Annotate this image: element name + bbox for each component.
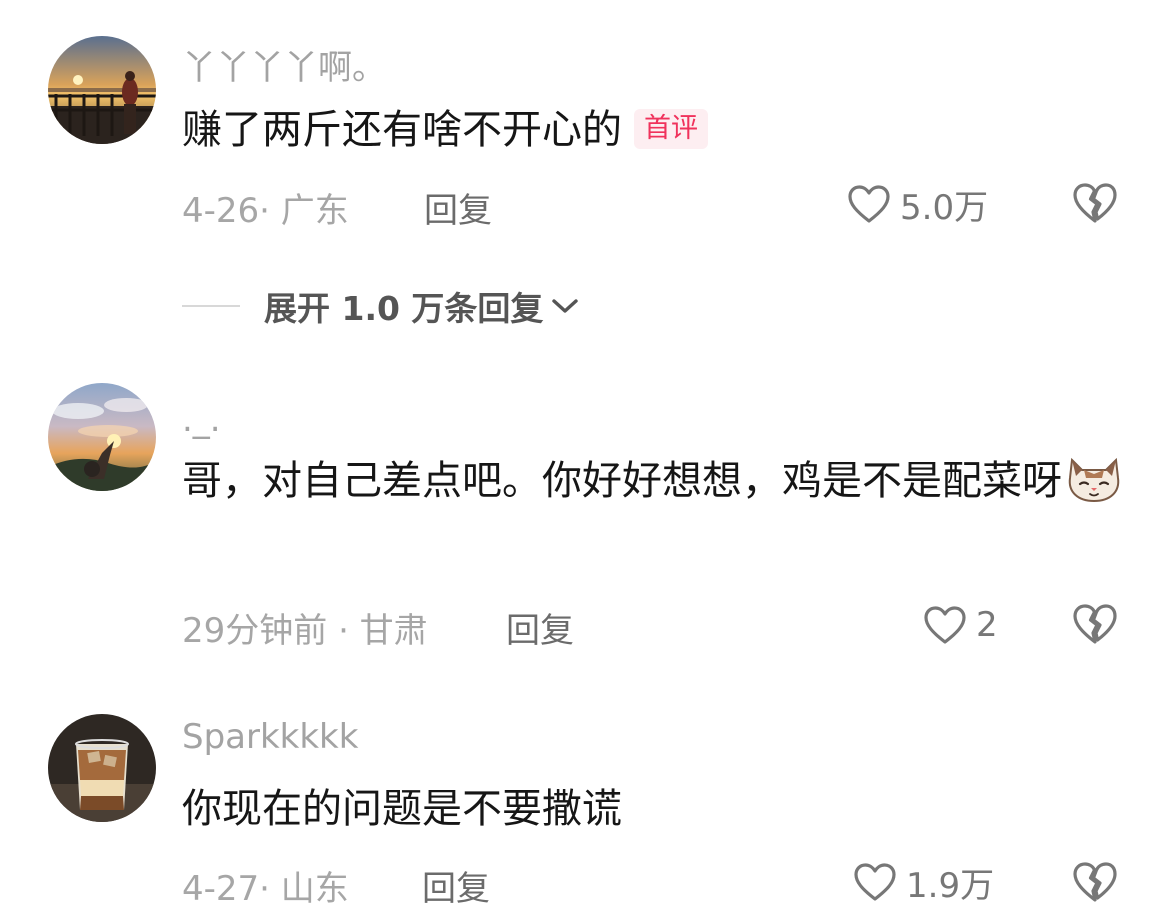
comment-text-body: 你现在的问题是不要撒谎 [182, 786, 622, 832]
username[interactable]: Sparkkkkk [182, 717, 358, 757]
username[interactable]: ._. [182, 400, 221, 440]
dislike-button[interactable] [1072, 181, 1118, 225]
reply-button[interactable]: 回复 [506, 603, 574, 652]
comment-text: 你现在的问题是不要撒谎 [182, 774, 1122, 844]
reply-button[interactable]: 回复 [424, 183, 492, 232]
like-count: 5.0万 [900, 187, 989, 228]
comment-text-body: 哥，对自己差点吧。你好好想想，鸡是不是配菜呀 [182, 458, 1062, 504]
cat-face-emoji [1066, 454, 1122, 504]
first-comment-badge: 首评 [634, 109, 708, 149]
comment-date-location: 4-26· 广东 [182, 191, 349, 231]
avatar[interactable] [48, 383, 156, 491]
dislike-button[interactable] [1072, 860, 1118, 904]
heart-outline-icon [848, 185, 890, 223]
comment-item: 丫丫丫丫啊。 赚了两斤还有啥不开心的 首评 4-26· 广东 回复 5.0万 [0, 0, 1170, 260]
comment-item: Sparkkkkk 你现在的问题是不要撒谎 4-27· 山东 回复 1.9万 [0, 700, 1170, 911]
username[interactable]: 丫丫丫丫啊。 [182, 40, 386, 89]
broken-heart-icon [1073, 183, 1117, 223]
comment-item: ._. 哥，对自己差点吧。你好好想想，鸡是不是配菜呀 29分钟前 · 甘肃 回复… [0, 360, 1170, 680]
heart-outline-icon [854, 863, 896, 901]
like-button[interactable]: 2 [922, 600, 998, 650]
avatar[interactable] [48, 36, 156, 144]
avatar[interactable] [48, 714, 156, 822]
reply-button[interactable]: 回复 [422, 861, 490, 910]
broken-heart-icon [1073, 604, 1117, 644]
expand-replies-label: 展开 1.0 万条回复 [264, 289, 544, 328]
like-count: 1.9万 [906, 865, 995, 906]
like-count: 2 [976, 605, 998, 645]
comment-text: 赚了两斤还有啥不开心的 首评 [182, 95, 1122, 165]
expand-replies-button[interactable]: 展开 1.0 万条回复 [182, 282, 581, 330]
chevron-down-icon [552, 299, 579, 313]
comment-text-body: 赚了两斤还有啥不开心的 [182, 107, 622, 153]
like-button[interactable]: 1.9万 [852, 857, 994, 907]
like-button[interactable]: 5.0万 [846, 179, 988, 229]
expand-divider-line [182, 305, 240, 307]
dislike-button[interactable] [1072, 602, 1118, 646]
comment-date-location: 4-27· 山东 [182, 869, 349, 909]
heart-outline-icon [924, 606, 966, 644]
comment-date-location: 29分钟前 · 甘肃 [182, 611, 428, 651]
broken-heart-icon [1073, 862, 1117, 902]
comment-text: 哥，对自己差点吧。你好好想想，鸡是不是配菜呀 [182, 446, 1122, 516]
